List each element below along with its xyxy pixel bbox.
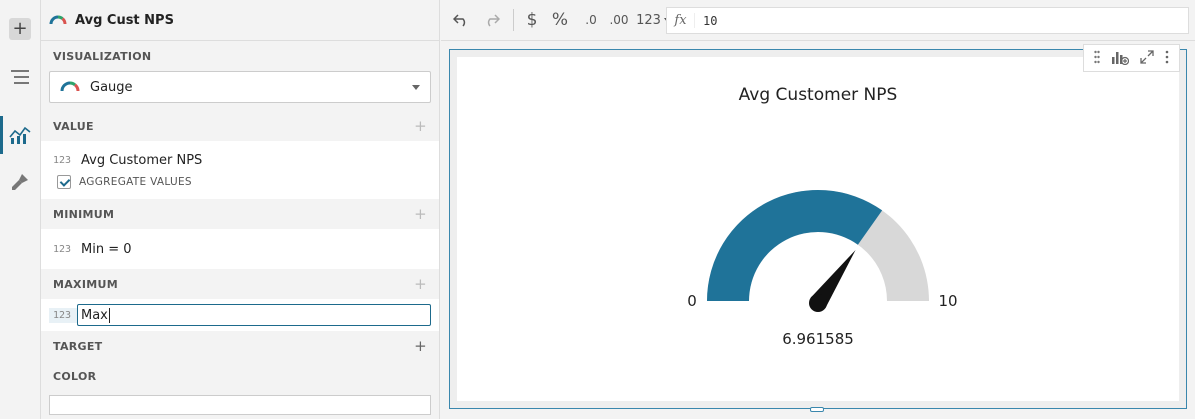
value-section: 123 Avg Customer NPS AGGREGATE VALUES — [41, 141, 439, 199]
minimum-field[interactable]: 123 Min = 0 — [53, 238, 427, 260]
left-rail: + — [0, 0, 41, 419]
chart-card-toolbar — [1083, 44, 1180, 72]
decrease-decimals-label: .0 — [585, 13, 597, 27]
maximum-formula-input[interactable]: Max — [77, 304, 431, 326]
color-label: COLOR — [53, 369, 97, 383]
decrease-decimals-button[interactable]: .0 — [578, 0, 604, 41]
outline-icon[interactable] — [9, 66, 31, 88]
number-format-label: 123 — [636, 12, 661, 28]
add-minimum-icon[interactable]: + — [414, 205, 427, 223]
text-cursor — [108, 307, 110, 323]
gauge-icon — [49, 13, 67, 28]
aggregate-values-label: AGGREGATE VALUES — [79, 176, 192, 188]
active-indicator — [0, 116, 3, 154]
minimum-section-header: MINIMUM + — [41, 199, 439, 229]
formula-bar[interactable]: fx 10 — [666, 7, 1189, 34]
gauge-value-label: 6.961585 — [782, 330, 854, 348]
visualization-label: VISUALIZATION — [53, 49, 152, 63]
value-label: VALUE — [53, 119, 94, 133]
color-section-header: COLOR — [41, 361, 439, 391]
chart-editor-icon[interactable] — [9, 124, 31, 146]
target-section-header: TARGET + — [41, 331, 439, 361]
undo-icon[interactable] — [443, 0, 479, 41]
color-select[interactable] — [49, 395, 431, 415]
add-element-button[interactable]: + — [9, 18, 31, 40]
drag-handle-icon[interactable] — [1093, 50, 1100, 67]
gauge-chart: 0 10 6.961585 — [687, 190, 958, 348]
gauge-fill — [707, 190, 883, 301]
value-field-label: Avg Customer NPS — [81, 152, 203, 168]
increase-decimals-label: .00 — [609, 13, 629, 27]
gauge-max-label: 10 — [938, 292, 957, 310]
gauge-icon — [60, 79, 80, 96]
number-type-badge: 123 — [53, 243, 72, 255]
add-value-icon[interactable]: + — [414, 117, 427, 135]
gauge-min-label: 0 — [687, 292, 697, 310]
maximum-section-header: MAXIMUM + — [41, 269, 439, 299]
add-chart-icon[interactable] — [1111, 49, 1129, 68]
value-field[interactable]: 123 Avg Customer NPS — [53, 149, 427, 171]
chevron-down-icon — [412, 85, 420, 90]
visualization-section-header: VISUALIZATION — [41, 41, 439, 71]
panel-header: Avg Cust NPS — [41, 0, 439, 41]
more-options-icon[interactable] — [1165, 50, 1169, 67]
gauge-hub — [809, 294, 827, 312]
formula-text: 10 — [703, 13, 718, 28]
add-target-icon[interactable]: + — [414, 337, 427, 355]
minimum-section: 123 Min = 0 — [41, 229, 439, 269]
toolbar-divider — [513, 9, 514, 31]
chart-container: Avg Customer NPS 0 10 6.961585 — [457, 57, 1179, 401]
maximum-label: MAXIMUM — [53, 277, 118, 291]
increase-decimals-button[interactable]: .00 — [604, 0, 634, 41]
canvas: Avg Customer NPS 0 10 6.961585 — [441, 41, 1195, 419]
format-brush-icon[interactable] — [9, 171, 31, 193]
aggregate-values-checkbox[interactable] — [57, 175, 71, 189]
percent-format-button[interactable]: % — [542, 0, 578, 41]
currency-format-button[interactable]: $ — [522, 0, 542, 41]
number-type-badge: 123 — [53, 154, 72, 166]
fx-icon: fx — [667, 13, 695, 28]
add-maximum-icon[interactable]: + — [414, 275, 427, 293]
target-label: TARGET — [53, 339, 103, 353]
maximum-input-text: Max — [81, 307, 108, 323]
editor-panel: Avg Cust NPS VISUALIZATION Gauge VALUE +… — [41, 0, 440, 419]
maximum-section: 123 Max — [41, 299, 439, 331]
number-type-badge: 123 — [49, 307, 77, 323]
visualization-selected: Gauge — [90, 79, 133, 95]
visualization-select[interactable]: Gauge — [49, 71, 431, 103]
chart-card[interactable]: Avg Customer NPS 0 10 6.961585 — [449, 44, 1187, 412]
minimum-label: MINIMUM — [53, 207, 115, 221]
format-toolbar: $ % .0 .00 123 fx 10 — [441, 0, 1195, 41]
value-section-header: VALUE + — [41, 111, 439, 141]
resize-handle[interactable] — [810, 407, 824, 412]
minimum-field-label: Min = 0 — [81, 241, 132, 257]
expand-icon[interactable] — [1140, 49, 1154, 67]
aggregate-values-option[interactable]: AGGREGATE VALUES — [57, 171, 427, 193]
panel-title[interactable]: Avg Cust NPS — [75, 13, 174, 28]
redo-icon[interactable] — [479, 0, 505, 41]
